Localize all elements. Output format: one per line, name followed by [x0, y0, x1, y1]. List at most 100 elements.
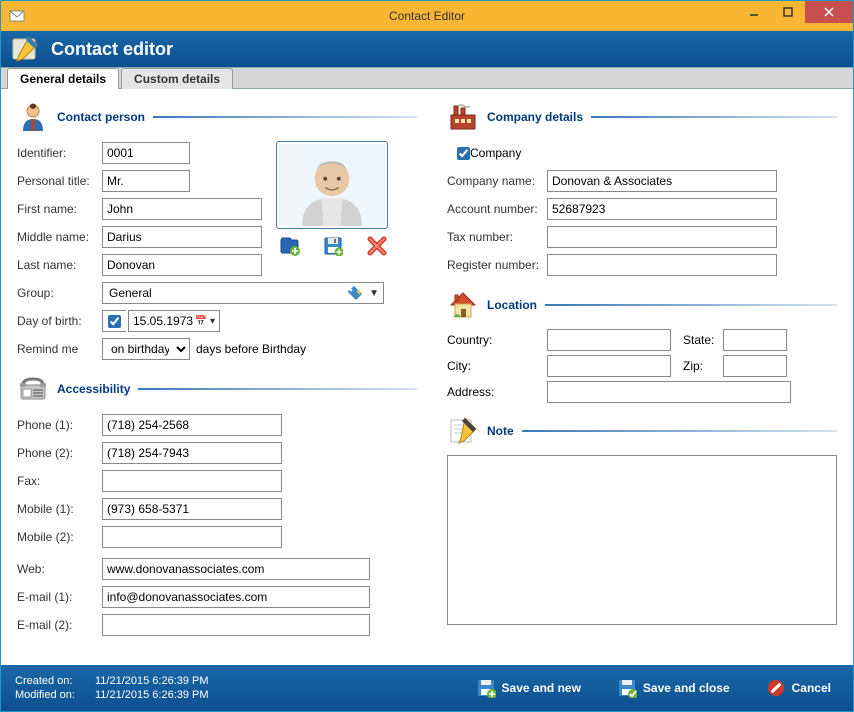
label-group: Group:	[17, 286, 102, 300]
checkbox-company[interactable]	[457, 147, 470, 160]
input-last-name[interactable]	[102, 254, 262, 276]
datepicker-dob[interactable]: 15.05.1973 📅 ▾	[128, 310, 220, 332]
label-phone1: Phone (1):	[17, 418, 102, 432]
input-tax-number[interactable]	[547, 226, 777, 248]
group-title-company: Company details	[487, 110, 583, 124]
button-save-and-new[interactable]: Save and new	[468, 674, 589, 702]
input-company-name[interactable]	[547, 170, 777, 192]
group-note: Note	[447, 415, 837, 628]
label-email2: E-mail (2):	[17, 618, 102, 632]
window-title: Contact Editor	[389, 9, 465, 23]
tag-icon	[347, 285, 363, 301]
value-modified-on: 11/21/2015 6:26:39 PM	[95, 689, 209, 701]
editor-title: Contact editor	[51, 39, 173, 60]
editor-footer: Created on:11/21/2015 6:26:39 PM Modifie…	[1, 665, 853, 711]
group-location: Location Country: State: City: Zip: Addr…	[447, 289, 837, 403]
group-title-person: Contact person	[57, 110, 145, 124]
label-city: City:	[447, 359, 547, 373]
input-country[interactable]	[547, 329, 671, 351]
label-fax: Fax:	[17, 474, 102, 488]
label-tax-number: Tax number:	[447, 230, 547, 244]
input-state[interactable]	[723, 329, 787, 351]
photo-placeholder-icon	[279, 144, 385, 226]
label-web: Web:	[17, 562, 102, 576]
label-state: State:	[683, 333, 723, 347]
label-first-name: First name:	[17, 202, 102, 216]
cancel-icon	[766, 678, 786, 698]
input-first-name[interactable]	[102, 198, 262, 220]
input-zip[interactable]	[723, 355, 787, 377]
label-created-on: Created on:	[15, 675, 95, 687]
label-dob: Day of birth:	[17, 314, 102, 328]
app-icon	[9, 8, 25, 24]
input-address[interactable]	[547, 381, 791, 403]
contact-photo[interactable]	[276, 141, 388, 229]
tab-general-details[interactable]: General details	[7, 68, 119, 89]
input-middle-name[interactable]	[102, 226, 262, 248]
tabs-row: General details Custom details	[1, 67, 853, 89]
label-account-number: Account number:	[447, 202, 547, 216]
input-identifier[interactable]	[102, 142, 190, 164]
button-save-and-close[interactable]: Save and close	[609, 674, 738, 702]
photo-save-button[interactable]	[322, 235, 344, 257]
input-mobile2[interactable]	[102, 526, 282, 548]
factory-icon	[447, 101, 479, 133]
label-mobile1: Mobile (1):	[17, 502, 102, 516]
editor-header: Contact editor	[1, 31, 853, 67]
group-company-details: Company details Company Company name: Ac…	[447, 101, 837, 277]
window-close-button[interactable]	[805, 1, 853, 23]
input-mobile1[interactable]	[102, 498, 282, 520]
window-minimize-button[interactable]	[737, 1, 771, 23]
value-created-on: 11/21/2015 6:26:39 PM	[95, 675, 209, 687]
group-title-note: Note	[487, 424, 514, 438]
photo-delete-button[interactable]	[366, 235, 388, 257]
window-titlebar: Contact Editor	[1, 1, 853, 31]
input-phone1[interactable]	[102, 414, 282, 436]
label-address: Address:	[447, 385, 547, 399]
label-last-name: Last name:	[17, 258, 102, 272]
input-email1[interactable]	[102, 586, 370, 608]
input-register-number[interactable]	[547, 254, 777, 276]
textarea-note[interactable]	[447, 455, 837, 625]
label-email1: E-mail (1):	[17, 590, 102, 604]
person-icon	[17, 101, 49, 133]
note-icon	[447, 415, 479, 447]
label-company-name: Company name:	[447, 174, 547, 188]
dob-value: 15.05.1973	[133, 314, 193, 328]
group-title-location: Location	[487, 298, 537, 312]
input-city[interactable]	[547, 355, 671, 377]
photo-add-button[interactable]	[278, 235, 300, 257]
input-email2[interactable]	[102, 614, 370, 636]
label-phone2: Phone (2):	[17, 446, 102, 460]
chevron-down-icon: ▾	[210, 316, 215, 327]
dropdown-group[interactable]: General ▼	[102, 282, 384, 304]
house-icon	[447, 289, 479, 321]
save-close-icon	[617, 678, 637, 698]
label-is-company: Company	[470, 146, 521, 160]
label-modified-on: Modified on:	[15, 689, 95, 701]
label-mobile2: Mobile (2):	[17, 530, 102, 544]
input-web[interactable]	[102, 558, 370, 580]
select-remind[interactable]: on birthday	[102, 338, 190, 360]
group-contact-person: Contact person Identifier: Personal titl…	[17, 101, 417, 361]
editor-header-icon	[11, 35, 39, 63]
calendar-icon: 📅	[195, 316, 207, 327]
group-title-accessibility: Accessibility	[57, 382, 130, 396]
input-account-number[interactable]	[547, 198, 777, 220]
checkbox-dob-enabled[interactable]	[102, 310, 126, 332]
dropdown-group-value: General	[109, 286, 347, 300]
footer-meta: Created on:11/21/2015 6:26:39 PM Modifie…	[15, 675, 209, 701]
content-area: Contact person Identifier: Personal titl…	[1, 89, 853, 665]
label-register-number: Register number:	[447, 258, 547, 272]
window-maximize-button[interactable]	[771, 1, 805, 23]
label-remind: Remind me	[17, 342, 102, 356]
chevron-down-icon: ▼	[369, 288, 379, 299]
label-middle-name: Middle name:	[17, 230, 102, 244]
input-personal-title[interactable]	[102, 170, 190, 192]
label-country: Country:	[447, 333, 547, 347]
label-identifier: Identifier:	[17, 146, 102, 160]
tab-custom-details[interactable]: Custom details	[121, 68, 233, 89]
input-phone2[interactable]	[102, 442, 282, 464]
input-fax[interactable]	[102, 470, 282, 492]
button-cancel[interactable]: Cancel	[758, 674, 839, 702]
